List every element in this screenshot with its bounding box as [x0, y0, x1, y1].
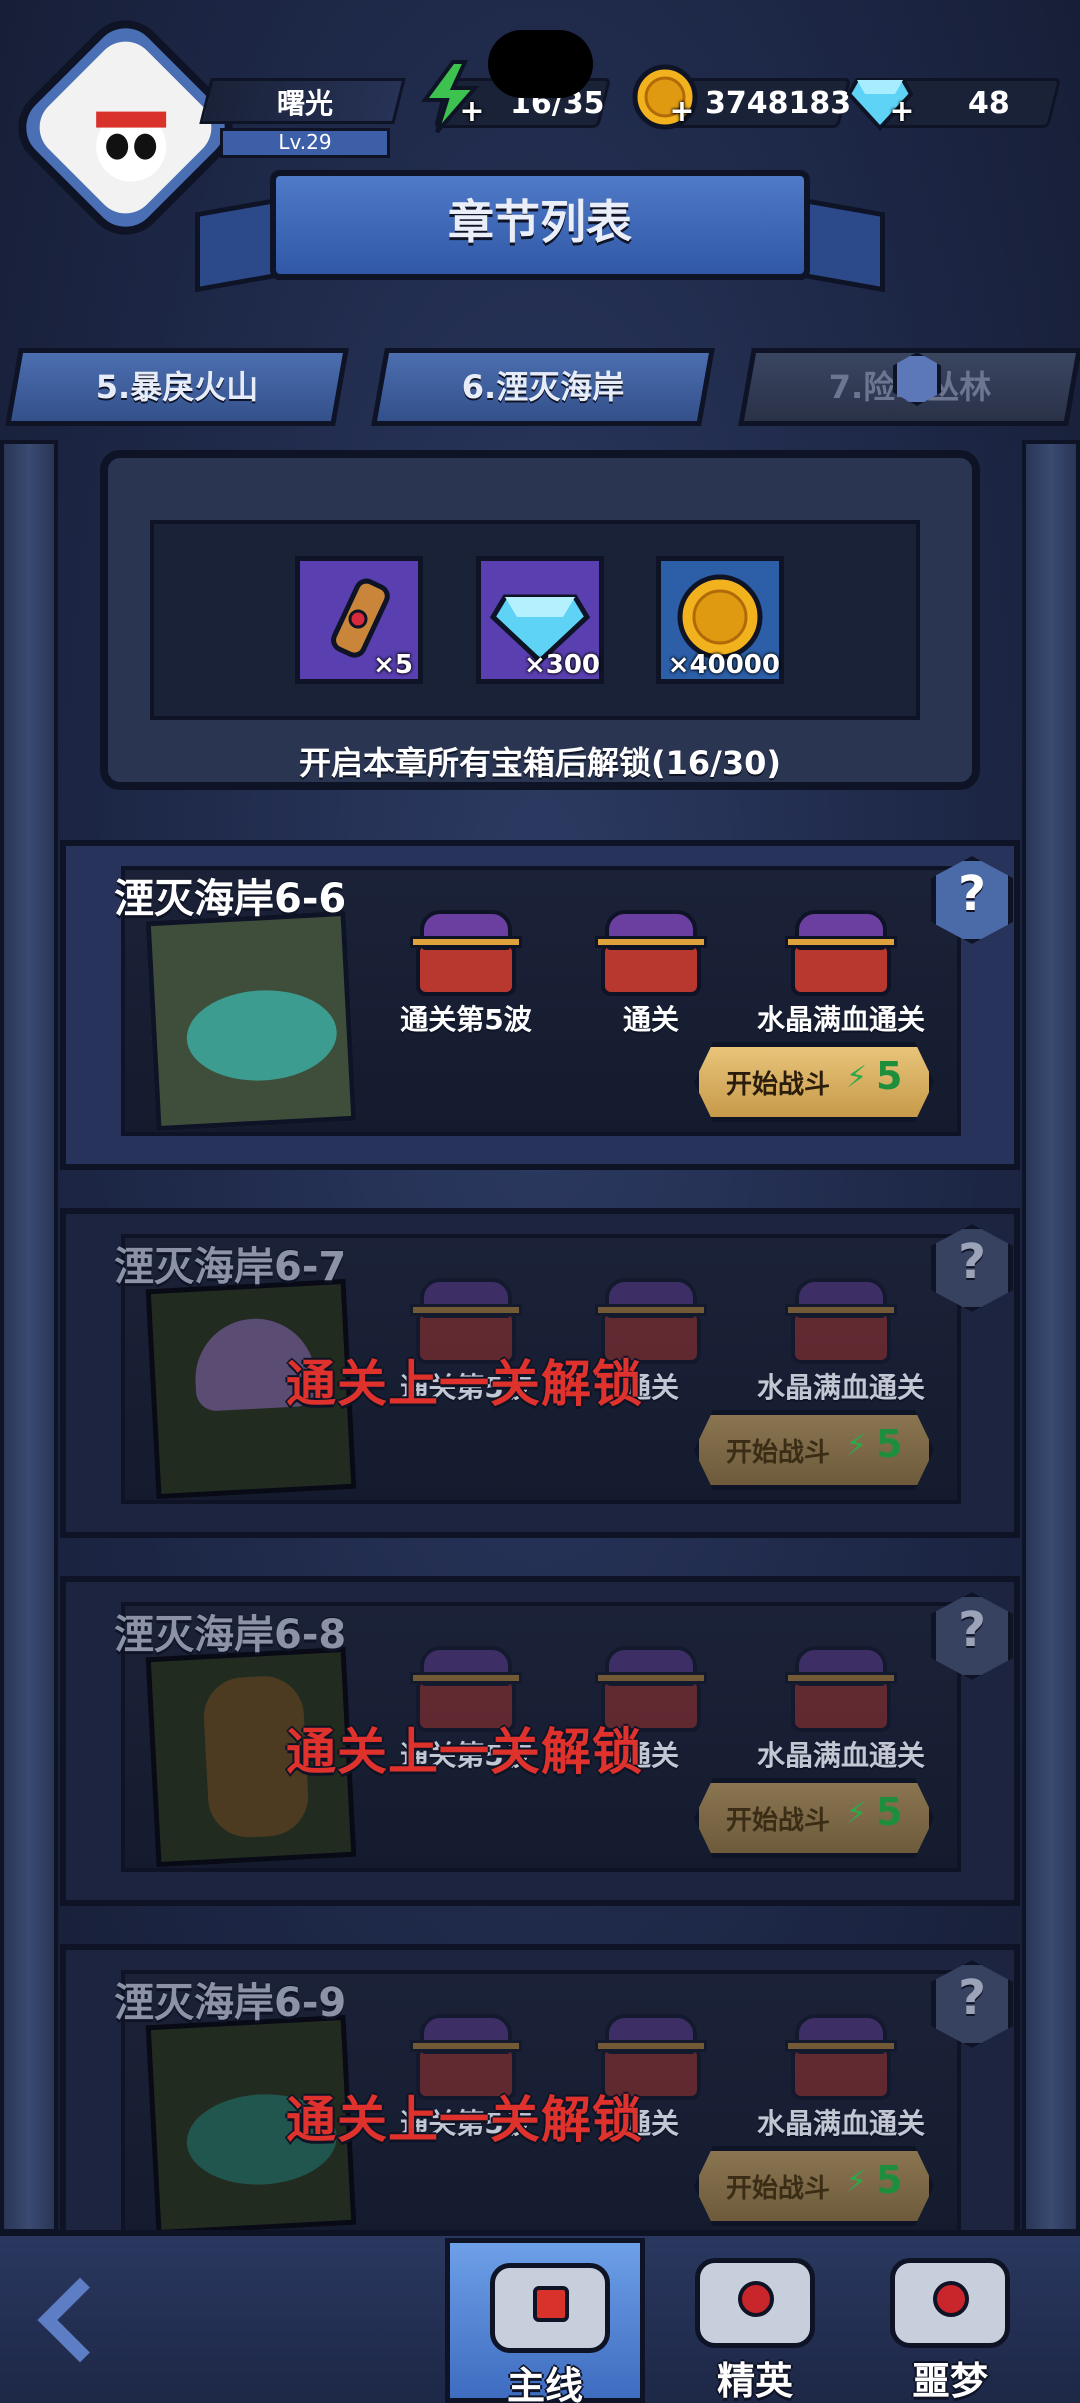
help-icon: ?: [958, 1602, 986, 1658]
chest-label: 水晶满血通关: [756, 1003, 925, 1036]
energy-bolt-icon: ⚡: [846, 2164, 868, 2199]
add-gems-icon[interactable]: +: [888, 97, 916, 127]
level-card-6-6[interactable]: 湮灭海岸6-6 通关第5波 通关 水晶满血通关 开始战斗 ⚡ 5 ?: [60, 840, 1020, 1170]
nav-label: 主线: [506, 2364, 583, 2403]
reward-unlock-note: 开启本章所有宝箱后解锁(16/30): [298, 744, 781, 782]
right-pillar: [1022, 440, 1080, 2233]
page-title: 章节列表: [448, 195, 632, 249]
coin-value: 3748183: [705, 86, 852, 121]
chest-label: 水晶满血通关: [756, 1739, 925, 1772]
nav-nightmare[interactable]: 噩梦: [850, 2238, 1050, 2403]
level-title: 湮灭海岸6-6: [114, 876, 347, 922]
gem-value: 48: [968, 86, 1010, 121]
camera-cutout: [488, 30, 593, 98]
energy-cost: 5: [876, 1422, 903, 1466]
treasure-chest-icon: [781, 2010, 901, 2100]
elite-demon-icon: [695, 2258, 815, 2348]
reward-coins-count: ×40000: [667, 650, 780, 680]
back-button[interactable]: [30, 2270, 140, 2380]
boss-portrait: [145, 910, 357, 1132]
treasure-chest-icon[interactable]: [406, 906, 526, 996]
level-card-6-7[interactable]: 湮灭海岸6-7 通关第5波 通关 水晶满血通关 开始战斗 ⚡ 5 ? 通关上一关…: [60, 1208, 1020, 1538]
energy-cost: 5: [876, 2158, 903, 2202]
nav-label: 精英: [716, 2359, 793, 2403]
start-battle-label: 开始战斗: [726, 2174, 831, 2204]
reward-scroll-count: ×5: [373, 650, 413, 680]
tab-chapter-5-label: 5.暴戾火山: [95, 368, 259, 406]
locked-message: 通关上一关解锁: [286, 1355, 643, 1413]
chest-label: 水晶满血通关: [756, 2107, 925, 2140]
chest-label: 通关第5波: [400, 1003, 532, 1036]
level-title: 湮灭海岸6-7: [114, 1244, 347, 1290]
treasure-chest-icon: [781, 1274, 901, 1364]
energy-bolt-icon: ⚡: [846, 1428, 868, 1463]
panda-eye: [106, 133, 129, 160]
level-card-6-8[interactable]: 湮灭海岸6-8 通关第5波 通关 水晶满血通关 开始战斗 ⚡ 5 ? 通关上一关…: [60, 1576, 1020, 1906]
treasure-chest-icon: [781, 1642, 901, 1732]
energy-cost: 5: [876, 1054, 903, 1098]
locked-message: 通关上一关解锁: [286, 1723, 643, 1781]
start-battle-label: 开始战斗: [726, 1806, 831, 1836]
chest-label: 水晶满血通关: [756, 1371, 925, 1404]
tab-chapter-6-label: 6.湮灭海岸: [461, 368, 625, 406]
level-card-6-9[interactable]: 湮灭海岸6-9 通关第5波 通关 水晶满血通关 开始战斗 ⚡ 5 ? 通关上一关…: [60, 1944, 1020, 2274]
add-coins-icon[interactable]: +: [668, 97, 696, 127]
nav-main-story[interactable]: 主线: [445, 2238, 645, 2403]
help-icon: ?: [958, 1970, 986, 2026]
whale-boss-image: [184, 986, 340, 1085]
energy-cost: 5: [876, 1790, 903, 1834]
energy-bolt-icon: ⚡: [846, 1796, 868, 1831]
treasure-chest-icon[interactable]: [591, 906, 711, 996]
start-battle-label: 开始战斗: [726, 1438, 831, 1468]
level-title: 湮灭海岸6-8: [114, 1612, 347, 1658]
panda-eye: [134, 133, 157, 160]
chevron-left-icon: [37, 2277, 123, 2363]
reward-gems-count: ×300: [523, 650, 600, 680]
help-icon: ?: [958, 1234, 986, 1290]
nav-label: 噩梦: [911, 2359, 988, 2403]
player-name: 曙光: [276, 87, 333, 120]
add-energy-icon[interactable]: +: [458, 97, 486, 127]
chest-label: 通关: [622, 1003, 679, 1036]
panda-face: [96, 111, 167, 182]
energy-bolt-icon: ⚡: [846, 1060, 868, 1095]
nightmare-bat-icon: [890, 2258, 1010, 2348]
locked-message: 通关上一关解锁: [286, 2091, 643, 2149]
headband: [96, 111, 167, 128]
level-title: 湮灭海岸6-9: [114, 1980, 347, 2026]
left-pillar: [0, 440, 58, 2233]
help-icon: ?: [958, 866, 986, 922]
treasure-chest-icon[interactable]: [781, 906, 901, 996]
start-battle-label: 开始战斗: [726, 1070, 831, 1100]
player-level: Lv.29: [278, 130, 332, 154]
nav-elite[interactable]: 精英: [655, 2238, 855, 2403]
main-story-icon: [490, 2263, 610, 2353]
